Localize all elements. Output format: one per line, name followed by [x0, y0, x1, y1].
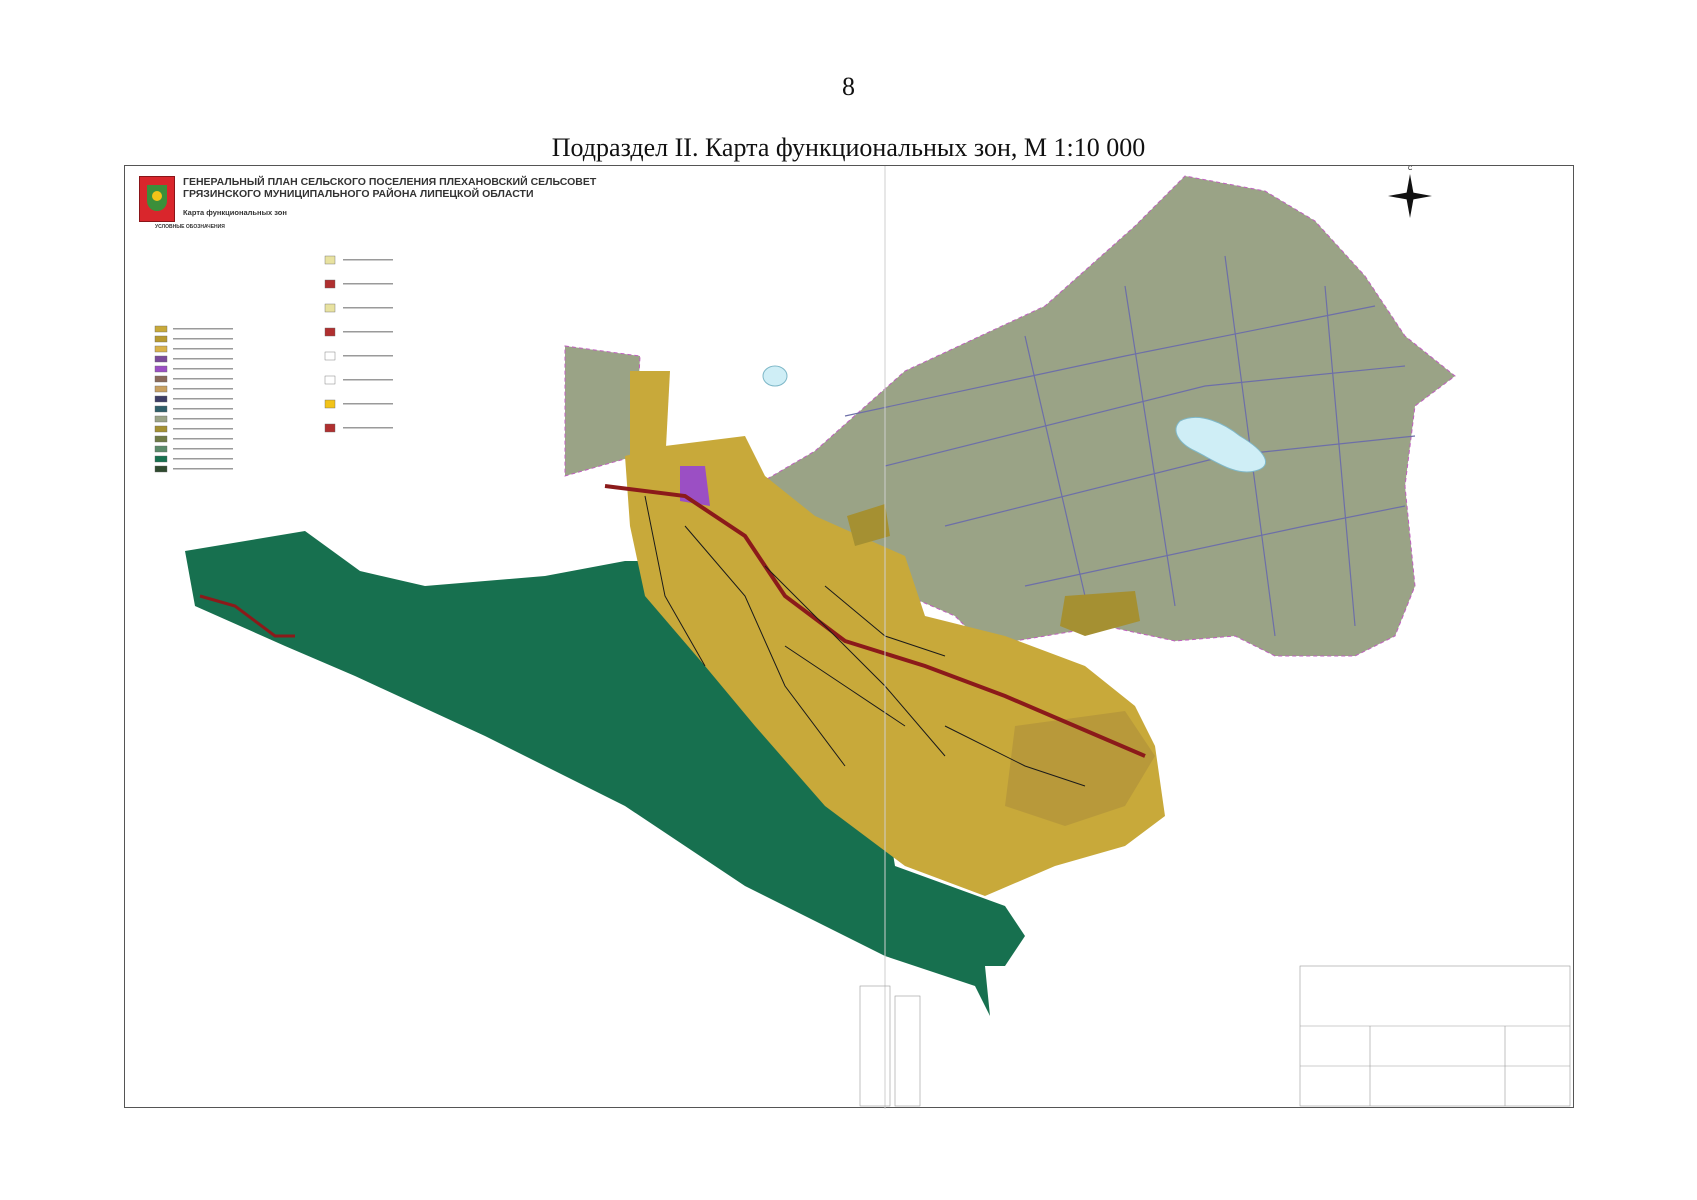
page-number: 8 [842, 72, 855, 101]
legend-swatch [154, 465, 168, 473]
legend-swatch [154, 345, 168, 353]
legend-swatch [324, 303, 336, 313]
legend-swatch [154, 325, 168, 333]
legend-entry-line [343, 283, 393, 285]
map-sheet: ГЕНЕРАЛЬНЫЙ ПЛАН СЕЛЬСКОГО ПОСЕЛЕНИЯ ПЛЕ… [124, 165, 1574, 1109]
north-arrow-icon: С [1388, 166, 1432, 218]
legend-swatch [154, 435, 168, 443]
legend-entry-line [173, 348, 233, 350]
north-label: С [1408, 166, 1413, 172]
legend-title: УСЛОВНЫЕ ОБОЗНАЧЕНИЯ [155, 224, 225, 230]
legend-entry-line [343, 307, 393, 309]
legend-swatch [154, 335, 168, 343]
legend-entry-line [173, 328, 233, 330]
legend-swatch [154, 445, 168, 453]
pond [762, 365, 788, 387]
legend-swatch [154, 365, 168, 373]
legend-swatch [324, 423, 336, 433]
legend-entry-line [173, 428, 233, 430]
legend-entry-line [173, 398, 233, 400]
legend-entry-line [173, 368, 233, 370]
vertical-stamps [859, 985, 921, 1107]
section-title: Подраздел II. Карта функциональных зон, … [551, 133, 1146, 162]
legend-swatch [154, 395, 168, 403]
legend-entry-line [173, 448, 233, 450]
legend-swatch [154, 455, 168, 463]
legend-swatch [324, 399, 336, 409]
legend-entry-line [173, 418, 233, 420]
legend-entry-line [173, 358, 233, 360]
legend-swatches-2 [324, 255, 393, 433]
legend-entry-line [173, 388, 233, 390]
legend-swatches [154, 325, 233, 473]
legend-swatch [324, 351, 336, 361]
legend-swatch [324, 375, 336, 385]
legend-entry-line [343, 427, 393, 429]
legend-swatch [154, 405, 168, 413]
legend-swatch [154, 425, 168, 433]
legend-entry-line [343, 379, 393, 381]
legend-entry-line [173, 458, 233, 460]
legend-swatch [154, 415, 168, 423]
legend-entry-line [173, 438, 233, 440]
legend-swatch [154, 355, 168, 363]
legend-entry-line [173, 468, 233, 470]
legend-entry-line [173, 408, 233, 410]
legend-swatch [324, 327, 336, 337]
legend-swatch [324, 255, 336, 265]
legend-entry-line [343, 355, 393, 357]
public-zone [680, 466, 710, 506]
legend-swatch [324, 279, 336, 289]
legend-entry-line [173, 338, 233, 340]
legend-entry-line [343, 403, 393, 405]
functional-zones-map: УСЛОВНЫЕ ОБОЗНАЧЕНИЯ С [154, 166, 1571, 1109]
legend-swatch [154, 385, 168, 393]
legend-entry-line [343, 259, 393, 261]
title-block [1299, 965, 1571, 1107]
legend-entry-line [343, 331, 393, 333]
legend-entry-line [173, 378, 233, 380]
legend-swatch [154, 375, 168, 383]
